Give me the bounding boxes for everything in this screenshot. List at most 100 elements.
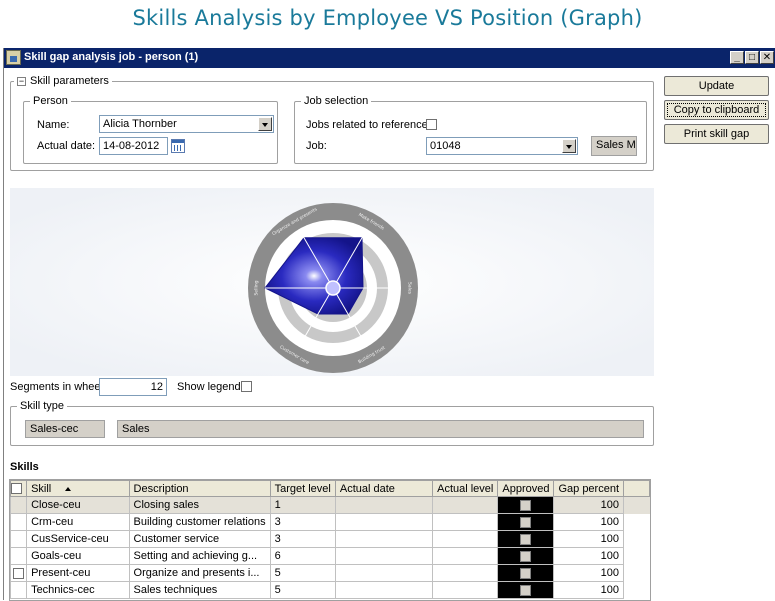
approved-checkbox[interactable] — [520, 516, 532, 528]
cell-target-level[interactable]: 5 — [269, 564, 336, 582]
jobs-related-checkbox[interactable] — [426, 119, 437, 130]
cell-actual-date[interactable] — [334, 496, 434, 514]
cell-approved[interactable] — [497, 513, 555, 531]
cell-description[interactable]: Organize and presents i... — [128, 564, 271, 582]
cell-skill[interactable]: Technics-cec — [26, 581, 130, 599]
copy-to-clipboard-button[interactable]: Copy to clipboard — [664, 100, 769, 120]
column-header-gap-percent[interactable]: Gap percent — [553, 480, 625, 497]
table-row[interactable]: Crm-ceu Building customer relations 3 100 — [10, 513, 650, 531]
cell-actual-level[interactable] — [432, 513, 499, 531]
cell-approved[interactable] — [497, 547, 555, 565]
show-legend-checkbox[interactable] — [241, 381, 252, 392]
cell-actual-level[interactable] — [432, 496, 499, 514]
approved-checkbox[interactable] — [520, 533, 532, 545]
cell-gap-percent[interactable]: 100 — [553, 581, 625, 599]
cell-actual-level[interactable] — [432, 530, 499, 548]
column-label: Skill — [31, 482, 52, 495]
window-titlebar[interactable]: Skill gap analysis job - person (1) _ □ … — [4, 48, 775, 68]
cell-gap-percent[interactable]: 100 — [553, 530, 625, 548]
approved-checkbox[interactable] — [520, 499, 532, 511]
cell-actual-date[interactable] — [334, 581, 434, 599]
update-button[interactable]: Update — [664, 76, 769, 96]
cell-actual-date[interactable] — [334, 564, 434, 582]
job-name-field: Sales Ma — [591, 136, 637, 156]
minimize-icon[interactable]: _ — [730, 51, 744, 64]
column-header-filler — [623, 480, 650, 497]
cell-skill[interactable]: Crm-ceu — [26, 513, 130, 531]
table-row[interactable]: Close-ceu Closing sales 1 100 — [10, 496, 650, 514]
cell-description[interactable]: Closing sales — [128, 496, 271, 514]
column-header-skill[interactable]: Skill — [26, 480, 130, 497]
table-row[interactable]: Goals-ceu Setting and achieving g... 6 100 — [10, 547, 650, 565]
cell-actual-level[interactable] — [432, 581, 499, 599]
column-header-actual-date[interactable]: Actual date — [334, 480, 434, 497]
cell-actual-level[interactable] — [432, 547, 499, 565]
approved-checkbox[interactable] — [520, 584, 532, 596]
cell-gap-percent[interactable]: 100 — [553, 496, 625, 514]
cell-actual-level[interactable] — [432, 564, 499, 582]
sort-ascending-icon — [65, 486, 72, 491]
cell-actual-date[interactable] — [334, 513, 434, 531]
cell-actual-date[interactable] — [334, 547, 434, 565]
collapse-icon[interactable]: − — [17, 76, 26, 86]
approved-checkbox[interactable] — [520, 567, 532, 579]
table-row[interactable]: CusService-ceu Customer service 3 100 — [10, 530, 650, 548]
cell-approved[interactable] — [497, 496, 555, 514]
cell-description[interactable]: Setting and achieving g... — [128, 547, 271, 565]
cell-filler — [623, 496, 650, 514]
cell-filler — [624, 582, 650, 599]
close-icon[interactable]: ✕ — [760, 51, 774, 64]
select-all-checkbox[interactable] — [11, 483, 22, 495]
cell-filler — [624, 548, 650, 565]
select-all-header[interactable] — [10, 480, 28, 497]
name-combo[interactable]: Alicia Thornber — [99, 115, 274, 133]
column-header-approved[interactable]: Approved — [497, 480, 555, 497]
column-header-description[interactable]: Description — [128, 480, 271, 497]
cell-actual-date[interactable] — [334, 530, 434, 548]
row-select-cell[interactable] — [10, 547, 28, 565]
row-select-cell[interactable] — [10, 564, 28, 582]
cell-description[interactable]: Sales techniques — [128, 581, 271, 599]
segment-label: Sales — [407, 282, 413, 295]
skill-type-label: Skill type — [17, 400, 68, 412]
actual-date-field[interactable]: 14-08-2012 — [99, 137, 168, 155]
row-select-cell[interactable] — [10, 513, 28, 531]
table-row[interactable]: Present-ceu Organize and presents i... 5 10… — [10, 564, 650, 582]
segments-label: Segments in wheel: — [10, 381, 106, 393]
column-header-actual-level[interactable]: Actual level — [432, 480, 499, 497]
row-select-cell[interactable] — [10, 530, 28, 548]
segments-field[interactable]: 12 — [99, 378, 167, 396]
cell-description[interactable]: Customer service — [128, 530, 271, 548]
cell-skill[interactable]: Goals-ceu — [26, 547, 130, 565]
cell-approved[interactable] — [497, 564, 555, 582]
cell-approved[interactable] — [497, 530, 555, 548]
job-combo[interactable]: 01048 — [426, 137, 578, 155]
row-select-cell[interactable] — [10, 581, 28, 599]
cell-description[interactable]: Building customer relations — [128, 513, 271, 531]
row-checkbox[interactable] — [13, 567, 25, 579]
table-row[interactable]: Technics-cec Sales techniques 5 100 — [10, 581, 650, 599]
cell-gap-percent[interactable]: 100 — [553, 547, 625, 565]
cell-target-level[interactable]: 3 — [269, 513, 336, 531]
cell-skill[interactable]: Close-ceu — [26, 496, 130, 514]
column-header-target-level[interactable]: Target level — [269, 480, 336, 497]
print-skill-gap-button[interactable]: Print skill gap — [664, 124, 769, 144]
cell-target-level[interactable]: 6 — [269, 547, 336, 565]
approved-checkbox[interactable] — [520, 550, 532, 562]
cell-target-level[interactable]: 1 — [269, 496, 336, 514]
calendar-icon[interactable] — [171, 139, 185, 153]
row-select-cell[interactable] — [10, 496, 28, 514]
skills-section-label: Skills — [10, 461, 39, 473]
cell-target-level[interactable]: 3 — [269, 530, 336, 548]
skill-parameters-header[interactable]: − Skill parameters — [14, 75, 112, 87]
cell-skill[interactable]: Present-ceu — [26, 564, 130, 582]
cell-gap-percent[interactable]: 100 — [553, 564, 625, 582]
chevron-down-icon[interactable] — [562, 139, 576, 153]
chevron-down-icon[interactable] — [258, 117, 272, 131]
cell-target-level[interactable]: 5 — [269, 581, 336, 599]
jobs-related-label: Jobs related to reference: — [306, 119, 431, 131]
cell-skill[interactable]: CusService-ceu — [26, 530, 130, 548]
maximize-icon[interactable]: □ — [745, 51, 759, 64]
cell-approved[interactable] — [497, 581, 555, 599]
cell-gap-percent[interactable]: 100 — [553, 513, 625, 531]
